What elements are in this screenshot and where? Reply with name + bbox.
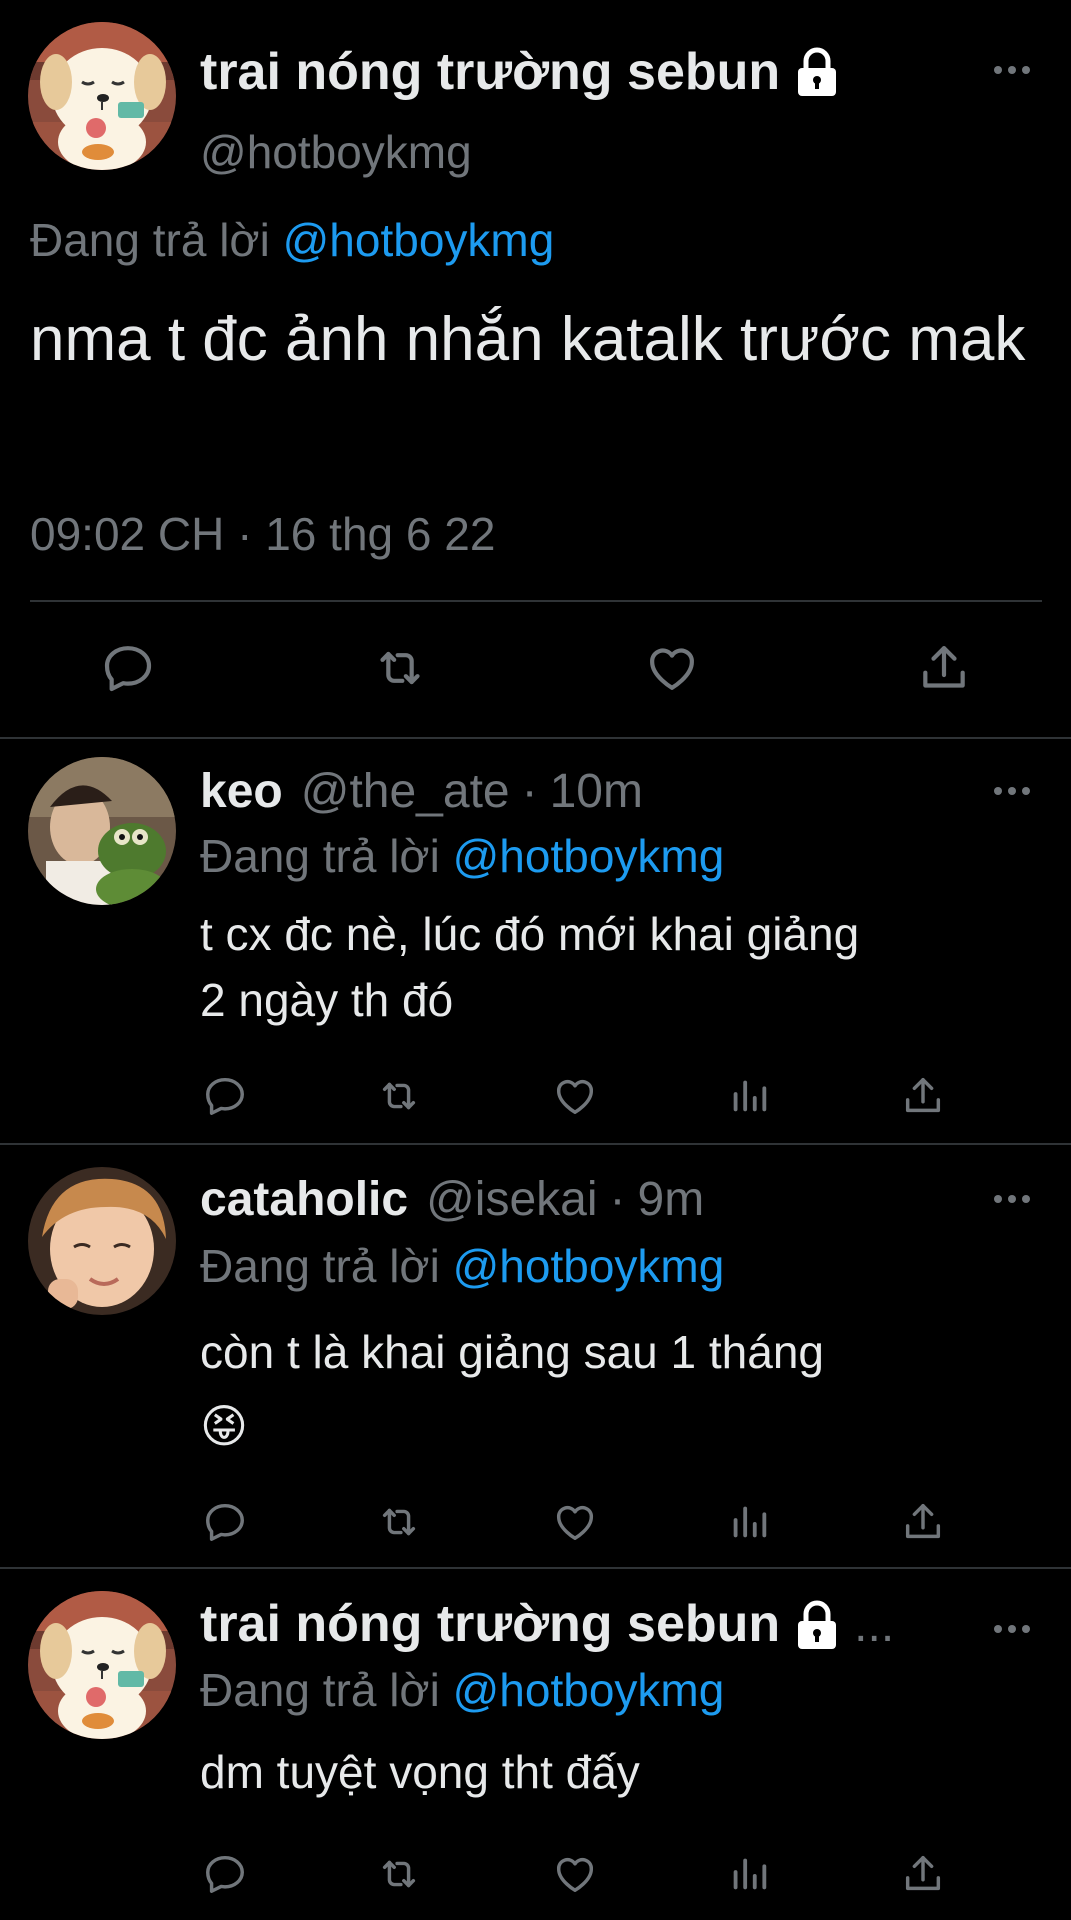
share-icon[interactable] [900, 1499, 946, 1545]
main-tweet: trai nóng trường sebun @hotboykmg Đang t… [0, 0, 1071, 739]
avatar[interactable] [28, 1167, 176, 1315]
like-icon[interactable] [644, 640, 700, 696]
more-options-icon[interactable] [992, 1193, 1032, 1205]
reply-icon[interactable] [100, 640, 156, 696]
tweet-text-line: còn t là khai giảng sau 1 tháng [200, 1326, 825, 1378]
tweet-emoji: 😝 [200, 1400, 248, 1452]
views-icon[interactable] [726, 1499, 772, 1545]
tweet-timestamp[interactable]: 09:02 CH · 16 thg 6 22 [30, 506, 495, 562]
replying-to: Đang trả lời @hotboykmg [200, 1661, 724, 1719]
replying-prefix: Đang trả lời [200, 1240, 440, 1292]
replying-prefix: Đang trả lời [200, 1664, 440, 1716]
display-name[interactable]: keo [200, 763, 283, 821]
replying-to-handle[interactable]: @hotboykmg [453, 1240, 725, 1292]
share-icon[interactable] [900, 1851, 946, 1897]
cataholic-avatar-image [28, 1167, 176, 1315]
views-icon[interactable] [726, 1851, 772, 1897]
lock-icon [794, 46, 840, 98]
author-row: trai nóng trường sebun [200, 42, 840, 102]
tweet-text-line: t cx đc nè, lúc đó mới khai giảng [200, 908, 860, 960]
display-name[interactable]: trai nóng trường sebun [200, 42, 780, 102]
reply-header: cataholic @isekai · 9m [200, 1171, 704, 1229]
separator-dot: · [609, 1173, 626, 1226]
avatar[interactable] [28, 757, 176, 905]
replying-to-handle[interactable]: @hotboykmg [283, 214, 555, 266]
like-icon[interactable] [552, 1499, 598, 1545]
reply-tweet[interactable]: trai nóng trường sebun ... Đang trả lời … [0, 1571, 1071, 1920]
separator-dot: · [521, 765, 538, 818]
retweet-icon[interactable] [376, 1499, 422, 1545]
keo-avatar-image [28, 757, 176, 905]
replying-prefix: Đang trả lời [30, 214, 270, 266]
display-name[interactable]: cataholic [200, 1171, 408, 1229]
tweet-text: dm tuyệt vọng tht đấy [200, 1739, 1040, 1805]
avatar[interactable] [28, 22, 176, 170]
tweet-text: còn t là khai giảng sau 1 tháng 😝 [200, 1315, 1040, 1463]
replying-to-handle[interactable]: @hotboykmg [453, 1664, 725, 1716]
replying-to-handle[interactable]: @hotboykmg [453, 830, 725, 882]
retweet-icon[interactable] [376, 1851, 422, 1897]
reply-icon[interactable] [202, 1851, 248, 1897]
retweet-icon[interactable] [376, 1073, 422, 1119]
tweet-text: nma t đc ảnh nhắn katalk trước mak [30, 305, 1026, 374]
replying-to: Đang trả lời @hotboykmg [30, 212, 554, 268]
author-handle[interactable]: @hotboykmg [200, 124, 472, 180]
reply-tweet[interactable]: cataholic @isekai · 9m Đang trả lời @hot… [0, 1147, 1071, 1569]
divider [30, 600, 1042, 602]
like-icon[interactable] [552, 1851, 598, 1897]
avatar[interactable] [28, 1591, 176, 1739]
display-name[interactable]: trai nóng trường sebun [200, 1595, 780, 1653]
truncation-ellipsis: ... [854, 1599, 895, 1652]
more-options-icon[interactable] [992, 64, 1032, 76]
tweet-text-line: dm tuyệt vọng tht đấy [200, 1746, 640, 1798]
relative-time[interactable]: 9m [638, 1171, 705, 1229]
lock-icon [794, 1599, 840, 1651]
share-icon[interactable] [916, 640, 972, 696]
like-icon[interactable] [552, 1073, 598, 1119]
tweet-text: t cx đc nè, lúc đó mới khai giảng 2 ngày… [200, 901, 1040, 1033]
replying-prefix: Đang trả lời [200, 830, 440, 882]
more-options-icon[interactable] [992, 785, 1032, 797]
author-handle[interactable]: @the_ate [301, 763, 510, 821]
reply-header: trai nóng trường sebun ... [200, 1595, 894, 1655]
author-handle[interactable]: @isekai [426, 1171, 597, 1229]
reply-icon[interactable] [202, 1499, 248, 1545]
reply-tweet[interactable]: keo @the_ate · 10m Đang trả lời @hotboyk… [0, 741, 1071, 1145]
views-icon[interactable] [726, 1073, 772, 1119]
reply-icon[interactable] [202, 1073, 248, 1119]
retweet-icon[interactable] [372, 640, 428, 696]
replying-to: Đang trả lời @hotboykmg [200, 1237, 724, 1295]
dog-avatar-image [28, 1591, 176, 1739]
share-icon[interactable] [900, 1073, 946, 1119]
relative-time[interactable]: 10m [550, 763, 643, 821]
reply-header: keo @the_ate · 10m [200, 763, 643, 821]
replying-to: Đang trả lời @hotboykmg [200, 827, 724, 885]
tweet-text-line: 2 ngày th đó [200, 974, 454, 1026]
more-options-icon[interactable] [992, 1623, 1032, 1635]
dog-avatar-image [28, 22, 176, 170]
